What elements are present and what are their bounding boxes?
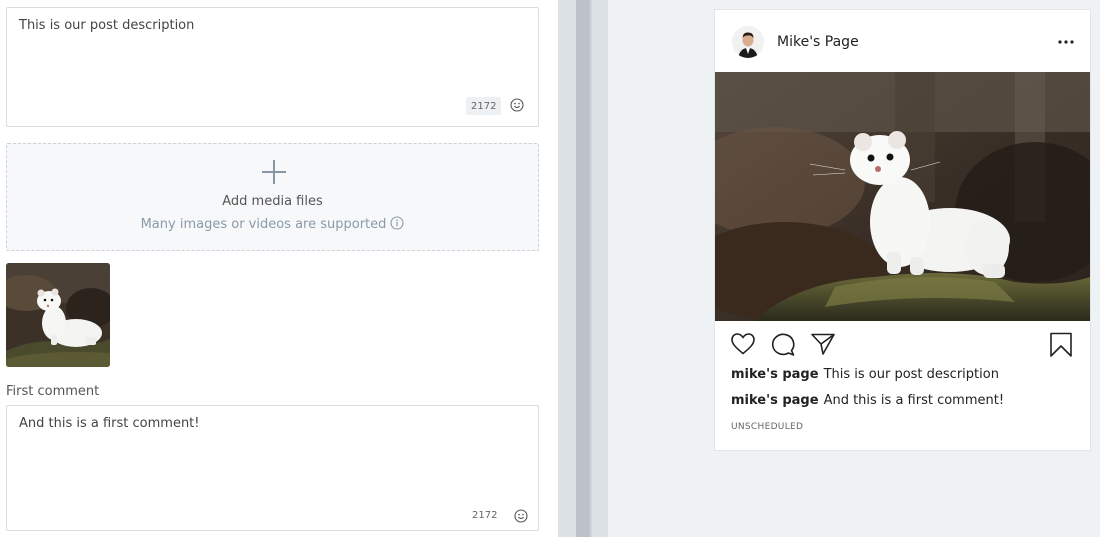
media-thumbnail[interactable]	[6, 263, 110, 367]
post-action-bar	[715, 328, 1090, 362]
smiley-icon[interactable]	[514, 509, 528, 523]
add-media-subtitle-text: Many images or videos are supported	[140, 217, 387, 232]
add-media-subtitle: Many images or videos are supported	[7, 216, 538, 232]
first-comment-char-counter: 2172	[472, 510, 498, 521]
paper-plane-icon[interactable]	[810, 332, 836, 356]
media-dropzone[interactable]: Add media files Many images or videos ar…	[6, 143, 539, 251]
post-caption: mike's page This is our post description	[731, 367, 999, 382]
first-comment-textarea[interactable]: And this is a first comment! 2172	[6, 405, 539, 531]
stoat-photo	[715, 72, 1090, 321]
profile-photo	[732, 26, 764, 58]
post-image	[715, 72, 1090, 321]
description-text: This is our post description	[19, 18, 195, 33]
post-editor: This is our post description 2172 Add me…	[0, 0, 558, 537]
bookmark-icon[interactable]	[1049, 332, 1073, 358]
first-comment-label: First comment	[6, 384, 100, 399]
comment-username[interactable]: mike's page	[731, 393, 819, 408]
first-comment-text: And this is a first comment!	[19, 416, 200, 431]
page-name[interactable]: Mike's Page	[777, 34, 859, 50]
comment-text: And this is a first comment!	[823, 393, 1005, 408]
panel-gutter-left	[558, 0, 576, 537]
post-first-comment: mike's page And this is a first comment!	[731, 393, 1004, 408]
comment-bubble-icon[interactable]	[770, 332, 796, 356]
description-textarea[interactable]: This is our post description 2172	[6, 7, 539, 127]
heart-icon[interactable]	[730, 332, 756, 356]
more-dots-icon[interactable]	[1058, 40, 1074, 44]
post-header: Mike's Page	[715, 10, 1090, 72]
panel-gutter-right	[590, 0, 608, 537]
instagram-post-preview: Mike's Page mike's page This is our post…	[714, 9, 1091, 451]
caption-text: This is our post description	[823, 367, 999, 382]
smiley-icon[interactable]	[510, 98, 524, 112]
plus-icon	[262, 160, 286, 184]
info-icon[interactable]	[390, 216, 404, 230]
avatar[interactable]	[732, 26, 764, 58]
description-char-counter: 2172	[466, 97, 502, 115]
stoat-thumbnail-image	[6, 263, 110, 367]
post-preview-panel: Mike's Page mike's page This is our post…	[608, 0, 1100, 537]
schedule-status: UNSCHEDULED	[731, 422, 804, 432]
add-media-title: Add media files	[222, 194, 323, 209]
panel-resize-handle[interactable]	[576, 0, 590, 537]
caption-username[interactable]: mike's page	[731, 367, 819, 382]
